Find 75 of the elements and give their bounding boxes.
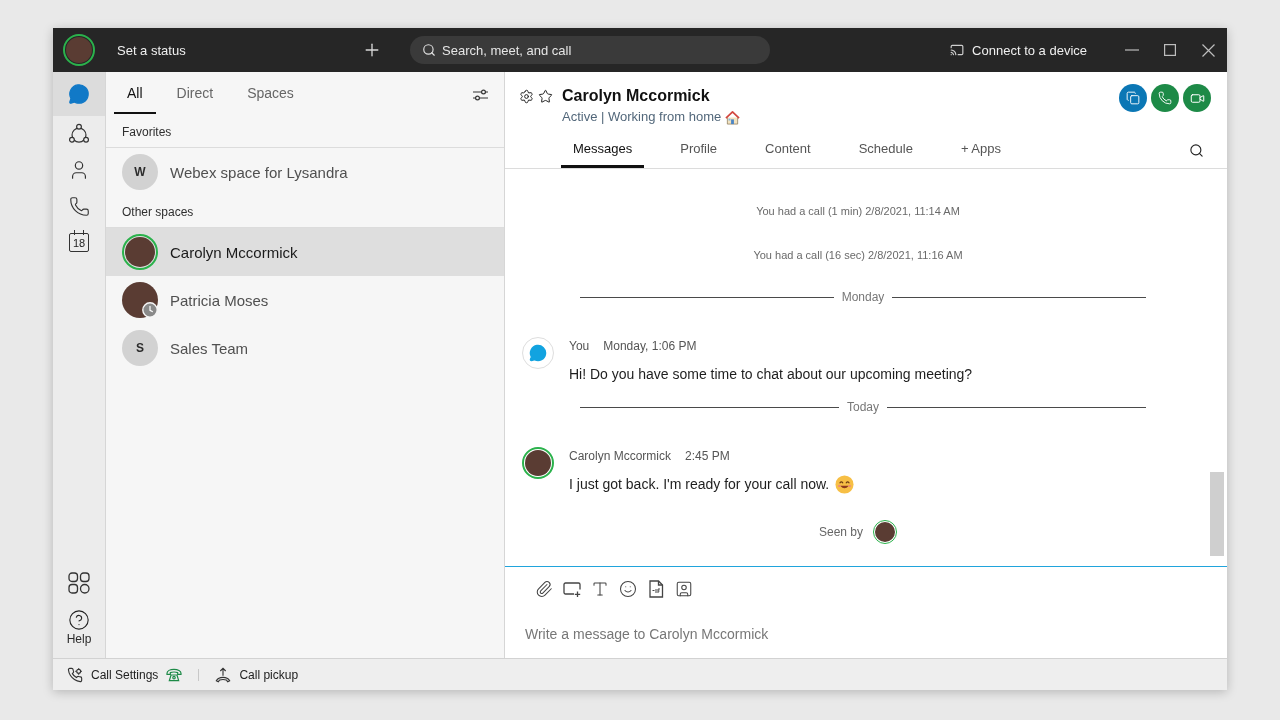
space-list-item[interactable]: Carolyn Mccormick bbox=[106, 228, 504, 276]
text-format-icon bbox=[591, 580, 609, 598]
messaging-button[interactable] bbox=[53, 72, 105, 116]
filter-tab[interactable]: All bbox=[114, 74, 156, 114]
house-icon bbox=[725, 109, 741, 125]
calendar-button[interactable]: 18 bbox=[53, 224, 105, 260]
phone-icon bbox=[68, 195, 90, 217]
section-heading: Favorites bbox=[106, 116, 504, 148]
cast-icon bbox=[950, 43, 965, 57]
conversation-tab[interactable]: Profile bbox=[668, 132, 730, 168]
filter-tab[interactable]: Spaces bbox=[234, 74, 307, 114]
phone-icon bbox=[1158, 91, 1172, 105]
message-time: 2:45 PM bbox=[685, 448, 730, 465]
call-log-text: You had a call (1 min) 2/8/2021, 11:14 AM bbox=[756, 205, 960, 217]
search-icon bbox=[1189, 142, 1204, 158]
set-status-button[interactable]: Set a status bbox=[117, 42, 186, 58]
phone-settings-icon bbox=[67, 666, 83, 683]
phone-pickup-icon bbox=[215, 666, 232, 683]
call-pickup-button[interactable]: Call pickup bbox=[215, 666, 299, 683]
chat-bubble-avatar-icon bbox=[522, 337, 554, 369]
star-icon bbox=[538, 88, 553, 104]
call-log-text: You had a call (16 sec) 2/8/2021, 11:16 AM bbox=[753, 249, 963, 261]
space-list-item[interactable]: Patricia Moses bbox=[106, 276, 504, 324]
user-avatar[interactable] bbox=[63, 34, 95, 66]
team-circle-icon bbox=[68, 123, 90, 145]
seen-by-label: Seen by bbox=[818, 525, 863, 539]
composer-tool-button[interactable] bbox=[535, 580, 553, 598]
help-icon bbox=[68, 609, 90, 631]
space-list-item[interactable]: W Webex space for Lysandra bbox=[106, 148, 504, 196]
message-time: Monday, 1:06 PM bbox=[603, 338, 697, 355]
smiley-icon bbox=[835, 474, 855, 494]
presence-status: Active | Working from home bbox=[562, 108, 722, 126]
message-text: Hi! Do you have some time to chat about our upcoming meeting? bbox=[569, 365, 973, 384]
conversation-tab[interactable]: Schedule bbox=[846, 132, 925, 168]
settings-icon bbox=[519, 88, 534, 104]
composer-tool-button[interactable] bbox=[647, 580, 665, 598]
initial-avatar: S bbox=[122, 330, 158, 366]
minimize-icon bbox=[1125, 49, 1139, 51]
file-icon bbox=[647, 580, 665, 598]
squares-icon bbox=[1126, 91, 1140, 105]
conversation-tab[interactable]: Messages bbox=[561, 132, 645, 168]
conversation-tab[interactable]: + Apps bbox=[948, 132, 1013, 168]
message-text: I just got back. I'm ready for your call now. bbox=[569, 475, 830, 494]
sender-name: You bbox=[569, 338, 590, 355]
apps-grid-icon bbox=[68, 572, 90, 594]
video-call-button[interactable] bbox=[1183, 84, 1211, 112]
space-list-item[interactable]: S Sales Team bbox=[106, 324, 504, 372]
telephone-icon bbox=[166, 667, 183, 682]
sliders-icon bbox=[473, 89, 488, 101]
screen-plus-icon bbox=[563, 580, 581, 598]
contact-card-icon bbox=[675, 580, 693, 598]
message-input[interactable]: Write a message to Carolyn Mccormick bbox=[525, 622, 1211, 646]
composer-tool-button[interactable] bbox=[563, 580, 581, 598]
search-icon bbox=[422, 43, 436, 57]
conversation-title: Carolyn Mccormick bbox=[562, 86, 711, 106]
sender-name: Carolyn Mccormick bbox=[569, 448, 671, 465]
help-button[interactable]: Help bbox=[53, 605, 105, 646]
paperclip-icon bbox=[535, 580, 553, 598]
chat-bubble-icon bbox=[68, 83, 90, 105]
composer-tool-button[interactable] bbox=[675, 580, 693, 598]
share-window-button[interactable] bbox=[1119, 84, 1147, 112]
maximize-icon bbox=[1164, 44, 1176, 56]
date-divider-label: Today bbox=[847, 400, 879, 414]
composer-tool-button[interactable] bbox=[619, 580, 637, 598]
initial-avatar: W bbox=[122, 154, 158, 190]
close-icon bbox=[1201, 43, 1215, 57]
filter-tab[interactable]: Direct bbox=[163, 74, 227, 114]
search-field[interactable]: Search, meet, and call bbox=[410, 36, 770, 64]
smiley-face-icon bbox=[619, 580, 637, 598]
scrollbar[interactable] bbox=[1210, 472, 1224, 556]
conversation-tab[interactable]: Content bbox=[753, 132, 823, 168]
audio-call-button[interactable] bbox=[1151, 84, 1179, 112]
call-settings-button[interactable]: Call Settings bbox=[67, 666, 183, 683]
date-divider-label: Monday bbox=[841, 290, 885, 304]
connect-device-button[interactable]: Connect to a device bbox=[942, 38, 1095, 62]
